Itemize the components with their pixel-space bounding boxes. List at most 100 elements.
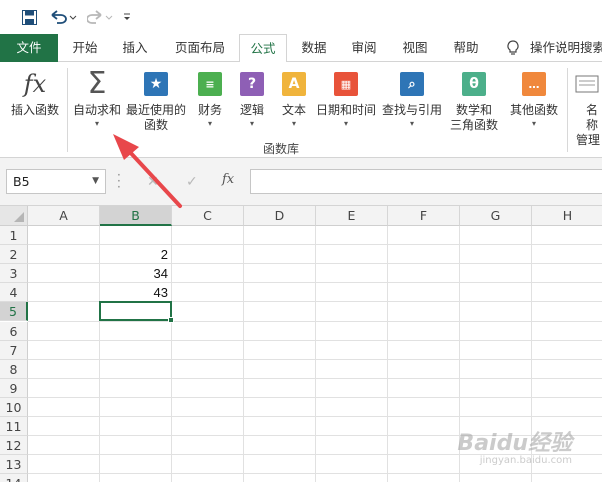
row-header-8[interactable]: 8 — [0, 359, 28, 379]
math-trig-label: 数学和 — [455, 103, 492, 117]
name-box[interactable]: B5 ▼ — [6, 169, 106, 194]
chevron-down-icon[interactable]: ▼ — [92, 170, 99, 193]
row-header-11[interactable]: 11 — [0, 417, 28, 436]
name-manager-icon — [574, 70, 600, 98]
drag-handle-icon[interactable]: · · · — [117, 169, 121, 193]
grid-line — [28, 416, 602, 417]
sigma-icon: Σ — [87, 66, 107, 101]
tell-me-search[interactable]: 操作说明搜索 — [530, 34, 602, 62]
row-header-5[interactable]: 5 — [0, 302, 28, 322]
grid-line — [28, 396, 602, 398]
cancel-icon[interactable]: ✕ — [147, 174, 159, 190]
column-header-f[interactable]: F — [388, 206, 460, 226]
name-box-value: B5 — [13, 174, 30, 189]
column-header-h[interactable]: H — [532, 206, 602, 226]
tab-page-layout[interactable]: 页面布局 — [165, 34, 235, 62]
logical-button[interactable]: ? 逻辑 ▾ — [234, 70, 270, 129]
grid-line — [315, 226, 316, 482]
lightbulb-icon[interactable] — [503, 34, 523, 62]
tab-insert[interactable]: 插入 — [112, 34, 158, 62]
cell-b4[interactable]: 43 — [100, 283, 170, 302]
lookup-button[interactable]: ⌕ 查找与引用 ▾ — [380, 70, 444, 129]
column-header-g[interactable]: G — [460, 206, 532, 226]
datetime-button[interactable]: ▦ 日期和时间 ▾ — [314, 70, 378, 129]
chevron-down-icon: ▾ — [207, 119, 212, 128]
lookup-label: 查找与引用 — [381, 103, 442, 117]
name-manager-button[interactable]: 名称 管理 — [574, 70, 602, 148]
ribbon-separator — [67, 68, 68, 152]
recently-used-label: 最近使用的 — [125, 103, 186, 117]
ribbon-separator — [567, 68, 568, 152]
insert-function-icon[interactable]: fx — [222, 172, 234, 187]
save-icon[interactable] — [20, 8, 38, 26]
calendar-icon: ▦ — [333, 70, 359, 98]
tab-data[interactable]: 数据 — [292, 34, 336, 62]
grid-line — [28, 377, 602, 379]
coins-icon: ≡ — [197, 70, 223, 98]
function-library-group-label: 函数库 — [263, 142, 300, 156]
row-header-1[interactable]: 1 — [0, 226, 28, 245]
enter-icon[interactable]: ✓ — [186, 174, 198, 190]
grid-line — [243, 226, 244, 482]
chevron-down-icon: ▾ — [531, 119, 536, 128]
tab-review[interactable]: 审阅 — [342, 34, 386, 62]
undo-icon[interactable] — [48, 8, 78, 26]
tab-help[interactable]: 帮助 — [444, 34, 488, 62]
fill-handle[interactable] — [168, 317, 174, 324]
letter-a-icon: A — [281, 70, 307, 98]
cell-b2[interactable]: 2 — [100, 245, 170, 264]
ribbon-formulas: fx 插入函数 Σ 自动求和 ▾ ★ 最近使用的 函数 ≡ 财务 ▾ ? 逻辑 … — [0, 62, 602, 158]
star-icon: ★ — [143, 70, 169, 98]
math-trig-button[interactable]: θ 数学和 三角函数 — [444, 70, 504, 133]
column-header-a[interactable]: A — [28, 206, 100, 226]
column-header-c[interactable]: C — [172, 206, 244, 226]
insert-function-button[interactable]: fx 插入函数 — [8, 70, 62, 118]
column-header-e[interactable]: E — [316, 206, 388, 226]
tab-home[interactable]: 开始 — [62, 34, 108, 62]
watermark-main: Baidu经验 — [457, 431, 572, 456]
row-header-12[interactable]: 12 — [0, 436, 28, 456]
chevron-down-icon: ▾ — [291, 119, 296, 128]
row-header-4[interactable]: 4 — [0, 283, 28, 303]
financial-label: 财务 — [197, 103, 222, 117]
math-trig-label-2: 三角函数 — [449, 118, 498, 132]
row-header-6[interactable]: 6 — [0, 321, 28, 341]
text-button[interactable]: A 文本 ▾ — [276, 70, 312, 129]
watermark: Baidu经验 jingyan.baidu.com — [457, 425, 572, 466]
grid-line — [387, 226, 388, 482]
ribbon-tabs: 文件 开始 插入 页面布局 公式 数据 审阅 视图 帮助 操作说明搜索 — [0, 34, 602, 63]
more-functions-label: 其他函数 — [509, 103, 558, 117]
text-label: 文本 — [281, 103, 306, 117]
logical-label: 逻辑 — [239, 103, 264, 117]
column-header-d[interactable]: D — [244, 206, 316, 226]
active-cell-cursor[interactable] — [99, 301, 174, 324]
row-header-9[interactable]: 9 — [0, 378, 28, 398]
formula-input[interactable] — [250, 169, 602, 194]
row-header-13[interactable]: 13 — [0, 455, 28, 475]
cell-b3[interactable]: 34 — [100, 264, 170, 283]
chevron-down-icon: ▾ — [343, 119, 348, 128]
row-header-3[interactable]: 3 — [0, 264, 28, 284]
financial-button[interactable]: ≡ 财务 ▾ — [192, 70, 228, 129]
recently-used-button[interactable]: ★ 最近使用的 函数 — [124, 70, 188, 133]
chevron-down-icon: ▾ — [409, 119, 414, 128]
select-all-corner[interactable] — [0, 206, 28, 226]
column-header-b[interactable]: B — [100, 206, 172, 226]
name-manager-label: 名称 — [585, 103, 598, 132]
autosum-button[interactable]: Σ 自动求和 ▾ — [70, 66, 124, 129]
redo-icon[interactable] — [86, 8, 116, 26]
tab-view[interactable]: 视图 — [393, 34, 437, 62]
row-header-7[interactable]: 7 — [0, 340, 28, 360]
more-functions-button[interactable]: … 其他函数 ▾ — [506, 70, 562, 129]
customize-toolbar-icon[interactable] — [120, 8, 134, 26]
row-header-10[interactable]: 10 — [0, 397, 28, 417]
row-header-2[interactable]: 2 — [0, 245, 28, 265]
grid-line — [28, 473, 602, 475]
name-manager-label-2: 管理 — [576, 133, 601, 147]
row-header-14[interactable]: 14 — [0, 474, 28, 482]
chevron-down-icon: ▾ — [249, 119, 254, 128]
chevron-down-icon: ▾ — [94, 119, 99, 128]
tab-file[interactable]: 文件 — [0, 34, 58, 62]
question-icon: ? — [239, 70, 265, 98]
tab-formulas[interactable]: 公式 — [239, 34, 287, 63]
